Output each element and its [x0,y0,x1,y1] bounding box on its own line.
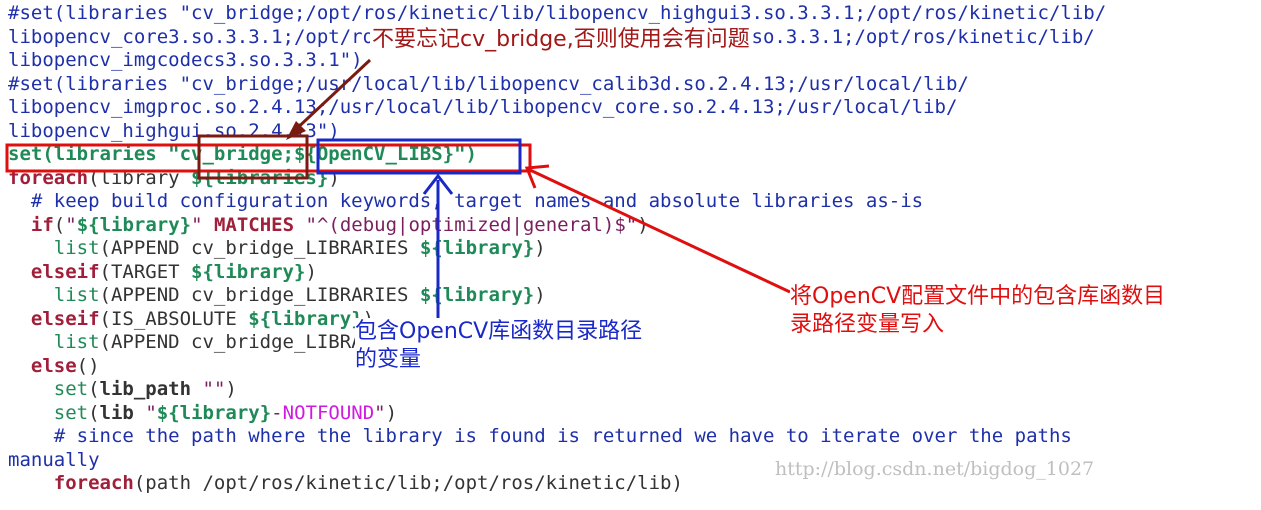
config-note: 将OpenCV配置文件中的包含库函数目 录路径变量写入 [790,283,1166,339]
highlight-set-libraries-box [5,143,532,173]
opencv-libs-note: 包含OpenCV库函数目录路径 的变量 [355,318,643,374]
annotation-overlay [5,58,791,318]
config-arrow [529,168,791,294]
cv-bridge-arrow [290,58,372,135]
cv-bridge-note: 不要忘记cv_bridge,否则使用会有问题 [370,26,752,54]
watermark: http://blog.csdn.net/bigdog_1027 [775,458,1095,480]
